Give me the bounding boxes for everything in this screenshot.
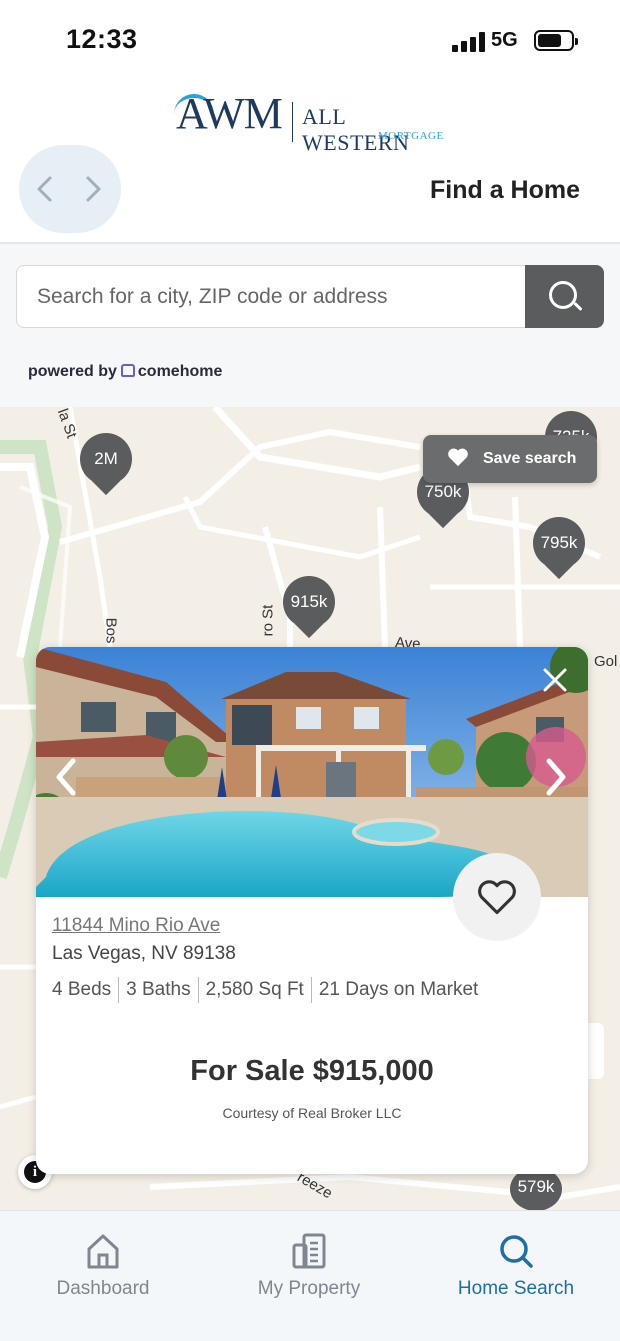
powered-prefix: powered by xyxy=(28,363,117,380)
chevron-right-icon xyxy=(86,176,101,202)
search-area: powered by comehome xyxy=(0,244,620,407)
close-icon xyxy=(543,668,567,692)
tab-label: Home Search xyxy=(457,1278,575,1299)
street-label: Bos xyxy=(102,617,120,644)
chevron-right-icon xyxy=(546,758,566,796)
powered-by[interactable]: powered by comehome xyxy=(28,363,222,381)
listing-card[interactable]: 11844 Mino Rio Ave Las Vegas, NV 89138 4… xyxy=(36,647,588,1174)
page-title: Find a Home xyxy=(429,176,580,204)
tab-label: My Property xyxy=(257,1278,361,1299)
chevron-left-icon xyxy=(56,758,76,796)
tab-label: Dashboard xyxy=(56,1278,150,1299)
forward-button[interactable] xyxy=(81,175,105,203)
pin-label: 2M xyxy=(80,433,132,485)
map-side-tab[interactable] xyxy=(588,1023,604,1079)
heart-icon xyxy=(447,447,469,471)
fact-baths: 3 Baths xyxy=(118,977,197,1003)
status-time: 12:33 xyxy=(66,24,138,54)
fact-sqft: 2,580 Sq Ft xyxy=(197,977,311,1003)
logo-subtitle: MORTGAGE xyxy=(378,130,444,142)
tab-my-property[interactable]: My Property xyxy=(206,1211,412,1341)
search-icon-handle xyxy=(573,301,583,312)
fact-days-on-market: 21 Days on Market xyxy=(310,977,485,1003)
close-card-button[interactable] xyxy=(540,665,570,695)
favorite-button[interactable] xyxy=(453,853,541,941)
logo-mark: AWM xyxy=(176,89,283,138)
status-bar: 12:33 5G xyxy=(0,0,620,80)
powered-brand: comehome xyxy=(137,363,223,380)
listing-facts: 4 Beds 3 Baths 2,580 Sq Ft 21 Days on Ma… xyxy=(52,977,485,1003)
pin-label: 795k xyxy=(533,517,585,569)
price-pin[interactable]: 795k xyxy=(533,517,585,580)
search-input[interactable] xyxy=(17,266,525,327)
signal-icon xyxy=(452,32,486,52)
awm-logo[interactable]: AWM ALL WESTERN MORTGAGE xyxy=(174,88,446,155)
street-label: Gol xyxy=(594,653,618,670)
tab-dashboard[interactable]: Dashboard xyxy=(0,1211,206,1341)
logo-divider xyxy=(292,102,293,142)
listing-price: For Sale $915,000 xyxy=(190,1055,434,1087)
listing-courtesy: Courtesy of Real Broker LLC xyxy=(222,1105,402,1121)
back-button[interactable] xyxy=(33,175,57,203)
street-label: ro St xyxy=(259,604,277,637)
bottom-nav: Dashboard My Property Home Search xyxy=(0,1210,620,1341)
app-header: AWM ALL WESTERN MORTGAGE Find a Home xyxy=(0,80,620,244)
heart-outline-icon xyxy=(478,880,516,915)
listing-address-link[interactable]: 11844 Mino Rio Ave xyxy=(52,915,220,937)
price-pin[interactable]: 915k xyxy=(283,576,335,639)
battery-icon xyxy=(534,30,578,51)
history-nav xyxy=(19,145,121,233)
pin-label: 915k xyxy=(283,576,335,628)
search-button[interactable] xyxy=(525,265,604,328)
photo-next-button[interactable] xyxy=(540,757,570,797)
search-box xyxy=(16,265,526,328)
fact-beds: 4 Beds xyxy=(52,979,112,1000)
price-pin[interactable]: 2M xyxy=(80,433,132,496)
network-label: 5G xyxy=(491,29,518,51)
save-search-button[interactable]: Save search xyxy=(423,435,597,483)
listing-city: Las Vegas, NV 89138 xyxy=(52,943,236,964)
building-icon xyxy=(292,1233,326,1269)
search-icon xyxy=(500,1235,533,1268)
comehome-icon xyxy=(120,364,135,377)
home-icon xyxy=(87,1234,119,1269)
tab-home-search[interactable]: Home Search xyxy=(413,1211,619,1341)
search-icon xyxy=(549,281,577,309)
save-search-label: Save search xyxy=(483,450,577,467)
photo-prev-button[interactable] xyxy=(52,757,82,797)
chevron-left-icon xyxy=(37,176,52,202)
